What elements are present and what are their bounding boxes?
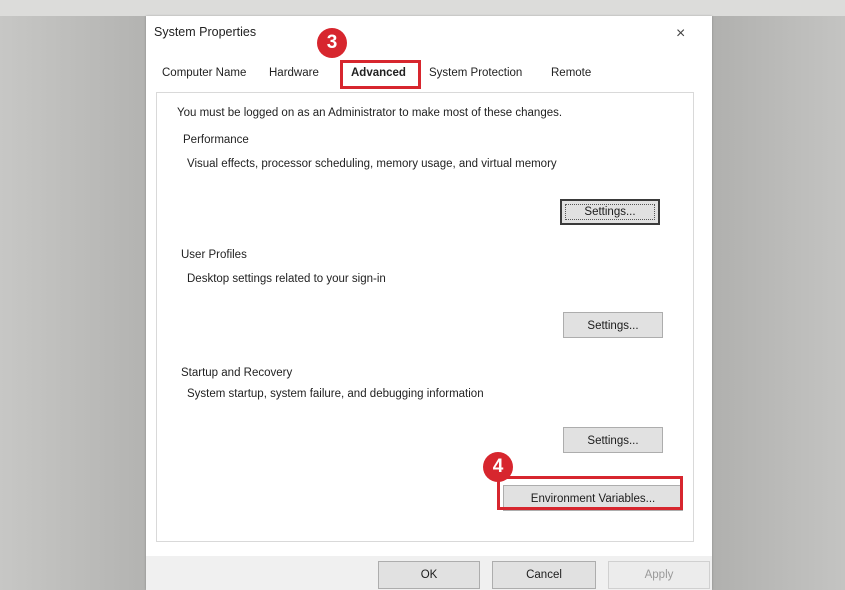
admin-note: You must be logged on as an Administrato… — [177, 107, 563, 119]
dialog-title: System Properties — [154, 25, 257, 39]
cancel-label: Cancel — [526, 569, 562, 581]
photo-background-right — [712, 16, 845, 590]
user-profiles-settings-label: Settings... — [587, 320, 639, 332]
startup-recovery-heading: Startup and Recovery — [181, 367, 293, 379]
advanced-tab-panel: You must be logged on as an Administrato… — [156, 92, 694, 542]
tab-computer-name[interactable]: Computer Name — [162, 67, 246, 79]
step-4-marker: 4 — [483, 452, 513, 482]
photo-background-top — [0, 0, 845, 16]
user-profiles-settings-button[interactable]: Settings... — [563, 312, 663, 338]
startup-recovery-settings-button[interactable]: Settings... — [563, 427, 663, 453]
startup-recovery-settings-label: Settings... — [587, 435, 639, 447]
tab-remote[interactable]: Remote — [551, 67, 591, 79]
title-bar: System Properties × — [146, 16, 712, 56]
user-profiles-heading: User Profiles — [181, 249, 247, 261]
tab-hardware[interactable]: Hardware — [269, 67, 319, 79]
dialog-footer: OK Cancel Apply — [146, 556, 712, 590]
environment-variables-button[interactable]: Environment Variables... — [503, 485, 683, 511]
environment-variables-label: Environment Variables... — [530, 493, 656, 505]
ok-button[interactable]: OK — [378, 561, 480, 589]
performance-heading: Performance — [183, 134, 249, 146]
system-properties-dialog: System Properties × Computer Name Hardwa… — [146, 16, 712, 590]
performance-settings-button[interactable]: Settings... — [560, 199, 660, 225]
performance-description: Visual effects, processor scheduling, me… — [187, 158, 557, 170]
apply-label: Apply — [644, 569, 674, 581]
apply-button[interactable]: Apply — [608, 561, 710, 589]
step-3-marker: 3 — [317, 28, 347, 58]
startup-recovery-description: System startup, system failure, and debu… — [187, 388, 484, 400]
close-icon[interactable]: × — [676, 25, 685, 43]
ok-label: OK — [420, 569, 438, 581]
focus-outline — [565, 204, 655, 220]
tab-system-protection[interactable]: System Protection — [429, 67, 522, 79]
photo-background-left — [0, 16, 146, 590]
user-profiles-description: Desktop settings related to your sign-in — [187, 273, 386, 285]
cancel-button[interactable]: Cancel — [492, 561, 596, 589]
tab-advanced[interactable]: Advanced — [351, 67, 406, 79]
tab-strip: Computer Name Hardware Advanced System P… — [156, 67, 696, 91]
